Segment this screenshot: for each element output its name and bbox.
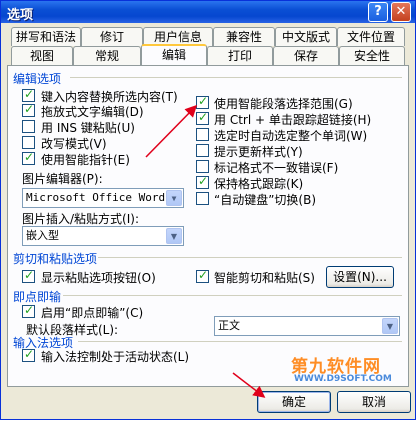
- auto-select-word-checkbox[interactable]: [196, 128, 209, 141]
- watermark-url: WWW.D9SOFT.COM: [294, 374, 392, 384]
- chevron-down-icon[interactable]: ▼: [166, 228, 182, 244]
- tab-asian-typography[interactable]: 中文版式: [275, 27, 337, 46]
- ctrl-click-hyperlink-checkbox[interactable]: [196, 110, 209, 125]
- auto-keyboard-switch-checkbox[interactable]: [196, 192, 209, 205]
- ctrl-click-hyperlink-label: 用 Ctrl + 单击跟踪超链接(H): [214, 113, 372, 127]
- smart-cut-paste-label: 智能剪切和粘贴(S): [214, 271, 315, 285]
- smart-cursoring-checkbox[interactable]: [22, 150, 35, 165]
- enable-click-type-label: 启用“即点即输”(C): [41, 306, 144, 320]
- prompt-update-style-checkbox[interactable]: [196, 144, 209, 157]
- auto-keyboard-switch-label: “自动键盘”切换(B): [214, 193, 317, 207]
- options-dialog: 选项 ? ✕ 拼写和语法 修订 用户信息 兼容性 中文版式 文件位置 视图 常规…: [0, 0, 416, 420]
- smart-paragraph-selection-checkbox[interactable]: [196, 94, 209, 109]
- mark-formatting-inconsistencies-checkbox[interactable]: [196, 160, 209, 173]
- group-label-editing: 编辑选项: [13, 72, 62, 86]
- keep-track-formatting-label: 保持格式跟踪(K): [214, 177, 304, 191]
- typing-replaces-selection-checkbox[interactable]: [22, 87, 35, 102]
- ins-key-paste-label: 用 INS 键粘贴(U): [41, 121, 135, 135]
- group-label-cut-paste: 剪切和粘贴选项: [13, 252, 98, 266]
- smart-paragraph-selection-label: 使用智能段落选择范围(G): [214, 97, 353, 111]
- group-label-click-type: 即点即输: [13, 290, 62, 304]
- drag-drop-editing-checkbox[interactable]: [22, 102, 35, 117]
- default-paragraph-style-select[interactable]: 正文 ▼: [214, 316, 400, 336]
- group-divider: [98, 257, 402, 258]
- ime-control-label: 输入法控制处于活动状态(L): [41, 350, 190, 364]
- tab-view[interactable]: 视图: [11, 46, 73, 65]
- auto-select-word-label: 选定时自动选定整个单词(W): [214, 129, 368, 143]
- overtype-mode-checkbox[interactable]: [22, 136, 35, 149]
- tab-file-locations[interactable]: 文件位置: [337, 27, 405, 46]
- enable-click-type-checkbox[interactable]: [22, 303, 35, 318]
- help-button[interactable]: ?: [368, 2, 388, 22]
- tab-track-changes[interactable]: 修订: [81, 27, 143, 46]
- smart-cursoring-label: 使用智能指针(E): [41, 153, 130, 167]
- tab-security[interactable]: 安全性: [339, 46, 405, 65]
- mark-formatting-inconsistencies-label: 标记格式不一致错误(F): [214, 161, 339, 175]
- ime-control-checkbox[interactable]: [22, 347, 35, 362]
- chevron-down-icon[interactable]: ▼: [166, 190, 182, 206]
- insert-paste-label: 图片插入/粘贴方式(I):: [22, 212, 139, 226]
- insert-paste-select[interactable]: 嵌入型 ▼: [22, 226, 184, 246]
- edit-tab-panel: 编辑选项 键入内容替换所选内容(T) 拖放式文字编辑(D) 用 INS 键粘贴(…: [7, 65, 409, 387]
- show-paste-options-checkbox[interactable]: [22, 268, 35, 283]
- picture-editor-select[interactable]: Microsoft Office Word ▼: [22, 188, 184, 208]
- title-bar[interactable]: 选项 ? ✕: [1, 1, 415, 23]
- default-paragraph-style-value: 正文: [218, 319, 240, 332]
- close-button[interactable]: ✕: [391, 2, 411, 22]
- tab-compatibility[interactable]: 兼容性: [213, 27, 275, 46]
- group-divider: [70, 77, 402, 78]
- tab-edit[interactable]: 编辑: [141, 44, 207, 65]
- keep-track-formatting-checkbox[interactable]: [196, 174, 209, 189]
- drag-drop-editing-label: 拖放式文字编辑(D): [41, 105, 144, 119]
- cancel-button[interactable]: 取消: [337, 391, 411, 413]
- tab-spelling-grammar[interactable]: 拼写和语法: [11, 27, 81, 46]
- settings-button[interactable]: 设置(N)...: [326, 266, 394, 288]
- ins-key-paste-checkbox[interactable]: [22, 120, 35, 133]
- tab-general[interactable]: 常规: [73, 46, 141, 65]
- show-paste-options-label: 显示粘贴选项按钮(O): [41, 271, 156, 285]
- window-title: 选项: [7, 8, 34, 23]
- tab-save[interactable]: 保存: [273, 46, 339, 65]
- chevron-down-icon[interactable]: ▼: [382, 318, 398, 334]
- group-divider: [63, 295, 402, 296]
- tab-print[interactable]: 打印: [207, 46, 273, 65]
- ok-button[interactable]: 确定: [257, 391, 331, 413]
- prompt-update-style-label: 提示更新样式(Y): [214, 145, 303, 159]
- group-divider: [78, 341, 402, 342]
- picture-editor-value: Microsoft Office Word: [26, 191, 166, 204]
- insert-paste-value: 嵌入型: [26, 229, 59, 242]
- picture-editor-label: 图片编辑器(P):: [22, 172, 103, 186]
- smart-cut-paste-checkbox[interactable]: [196, 268, 209, 283]
- overtype-mode-label: 改写模式(V): [41, 137, 107, 151]
